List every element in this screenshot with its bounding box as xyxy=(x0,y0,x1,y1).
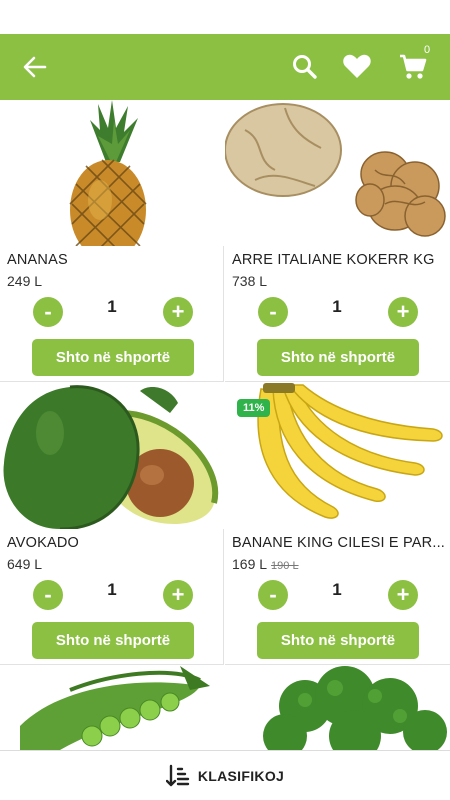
sort-button[interactable]: KLASIFIKOJ xyxy=(0,750,450,800)
increase-quantity-button[interactable]: + xyxy=(163,580,193,610)
peas-image xyxy=(0,666,224,750)
favorites-button[interactable] xyxy=(342,52,374,82)
product-image[interactable] xyxy=(225,666,450,750)
product-image[interactable]: 11% xyxy=(225,383,449,529)
cart-count-badge: 0 xyxy=(424,44,431,56)
quantity-value: 1 xyxy=(107,297,117,316)
product-card[interactable]: ARRE ITALIANE KOKERR KG 738 L - 1 + Shto… xyxy=(225,100,450,382)
increase-quantity-button[interactable]: + xyxy=(163,297,193,327)
product-image[interactable] xyxy=(225,100,449,246)
product-price: 649 L xyxy=(7,556,43,572)
product-image[interactable] xyxy=(0,383,224,529)
product-grid: ANANAS 249 L - 1 + Shto në shportë ARRE … xyxy=(0,100,450,750)
product-price-row: 249 L xyxy=(7,273,42,289)
add-to-cart-button[interactable]: Shto në shportë xyxy=(257,339,419,376)
product-card[interactable]: ANANAS 249 L - 1 + Shto në shportë xyxy=(0,100,224,382)
pineapple-image xyxy=(0,100,224,246)
product-price-row: 649 L xyxy=(7,556,42,572)
decrease-quantity-button[interactable]: - xyxy=(258,297,288,327)
product-price-row: 169 L 190 L xyxy=(232,556,299,572)
decrease-quantity-button[interactable]: - xyxy=(33,580,63,610)
status-bar xyxy=(0,0,450,34)
increase-quantity-button[interactable]: + xyxy=(388,297,418,327)
sort-icon xyxy=(165,764,190,786)
product-price: 738 L xyxy=(232,273,268,289)
product-name: AVOKADO xyxy=(7,535,80,551)
add-to-cart-button[interactable]: Shto në shportë xyxy=(32,622,194,659)
product-image[interactable] xyxy=(0,666,224,750)
increase-quantity-button[interactable]: + xyxy=(388,580,418,610)
quantity-value: 1 xyxy=(107,580,117,599)
avocado-image xyxy=(0,383,224,529)
product-old-price: 190 L xyxy=(271,560,299,572)
search-icon xyxy=(293,55,317,79)
arrow-left-icon xyxy=(23,56,47,78)
product-price: 169 L xyxy=(232,556,268,572)
product-card[interactable]: AVOKADO 649 L - 1 + Shto në shportë xyxy=(0,383,224,665)
shopping-cart-icon xyxy=(400,54,427,79)
product-name: ARRE ITALIANE KOKERR KG xyxy=(232,252,435,268)
heart-icon xyxy=(343,54,371,78)
decrease-quantity-button[interactable]: - xyxy=(258,580,288,610)
search-button[interactable] xyxy=(290,52,320,82)
product-name: BANANE KING CILESI E PAR... xyxy=(232,535,446,551)
back-button[interactable] xyxy=(20,53,50,81)
sort-label: KLASIFIKOJ xyxy=(197,767,285,784)
discount-badge: 11% xyxy=(237,399,271,417)
product-image[interactable] xyxy=(0,100,224,246)
product-price: 249 L xyxy=(7,273,43,289)
add-to-cart-button[interactable]: Shto në shportë xyxy=(257,622,419,659)
quantity-value: 1 xyxy=(332,580,342,599)
product-card[interactable]: 11% BANANE KING CILESI E PAR... 169 L 190… xyxy=(225,383,450,665)
add-to-cart-button[interactable]: Shto në shportë xyxy=(32,339,194,376)
product-card[interactable] xyxy=(225,666,450,750)
walnut-image xyxy=(225,100,449,246)
cart-button[interactable] xyxy=(398,52,430,82)
product-name: ANANAS xyxy=(7,252,68,268)
app-bar: 0 xyxy=(0,34,450,100)
quantity-value: 1 xyxy=(332,297,342,316)
product-price-row: 738 L xyxy=(232,273,267,289)
decrease-quantity-button[interactable]: - xyxy=(33,297,63,327)
broccoli-image xyxy=(225,666,450,750)
product-card[interactable] xyxy=(0,666,224,750)
